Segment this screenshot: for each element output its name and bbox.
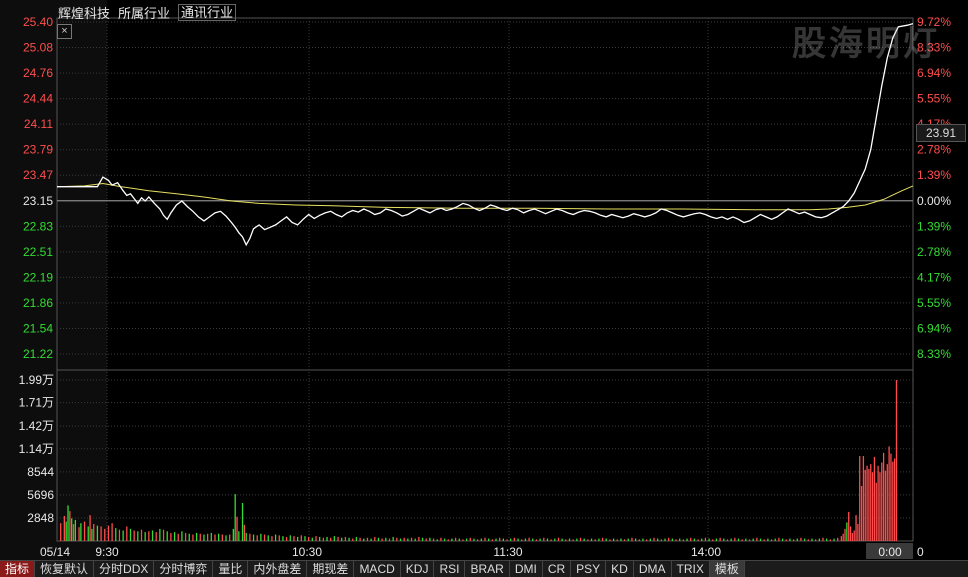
date-label: 05/14	[40, 545, 70, 559]
indicator-tab[interactable]: KDJ	[401, 561, 435, 577]
pct-tick-label: 6.94%	[917, 66, 951, 80]
pct-tick-label: 1.39%	[917, 168, 951, 182]
price-tick-label: 25.40	[23, 15, 53, 29]
volume-axis-right-label: 0	[917, 545, 924, 559]
indicator-tab[interactable]: 恢复默认	[35, 561, 95, 577]
price-tick-label: 21.86	[23, 296, 53, 310]
price-tick-label: 25.08	[23, 41, 53, 55]
indicator-tab[interactable]: DMA	[634, 561, 672, 577]
stock-info-bar: 辉煌科技 所属行业 通讯行业	[58, 3, 237, 22]
volume-tick-label: 1.99万	[19, 373, 54, 387]
indicator-tab[interactable]: 分时DDX	[94, 561, 155, 577]
pct-tick-label: 5.55%	[917, 92, 951, 106]
industry-label: 所属行业	[118, 5, 171, 21]
time-tick-label: 10:30	[292, 545, 322, 559]
close-icon[interactable]: ×	[57, 24, 72, 39]
pct-tick-label: 4.17%	[917, 270, 951, 284]
watermark-logo: 股海明灯	[792, 24, 940, 64]
pct-tick-label: 0.00%	[917, 194, 951, 208]
pct-tick-label: 1.39%	[917, 219, 951, 233]
price-tick-label: 21.22	[23, 347, 53, 361]
indicator-tab-bar: 指标 恢复默认 分时DDX 分时博弈 量比 内外盘差 期现差 MACD KDJ RSI BRAR DM…	[0, 560, 968, 577]
volume-tick-label: 1.71万	[19, 396, 54, 410]
volume-tick-label: 5696	[27, 488, 54, 502]
volume-tick-label: 2848	[27, 511, 54, 525]
pct-tick-label: 2.78%	[917, 143, 951, 157]
time-tick-label: 11:30	[493, 545, 522, 559]
indicator-tab[interactable]: KD	[606, 561, 634, 577]
price-tick-label: 23.47	[23, 168, 53, 182]
price-tick-label: 21.54	[23, 321, 53, 335]
pct-tick-label: 5.55%	[917, 296, 951, 310]
indicator-tab[interactable]: 内外盘差	[248, 561, 308, 577]
volume-tick-label: 8544	[27, 465, 54, 479]
volume-tick-label: 1.42万	[19, 419, 54, 433]
indicator-tab[interactable]: DMI	[510, 561, 543, 577]
price-tick-label: 24.76	[23, 66, 53, 80]
indicator-tab[interactable]: CR	[543, 561, 572, 577]
time-tick-label: 9:30	[95, 545, 119, 559]
indicator-tab[interactable]: RSI	[434, 561, 466, 577]
indicator-tab[interactable]: MACD	[354, 561, 401, 577]
intraday-chart[interactable]: 25.40 9.72%25.08 8.33%24.76 6.94%24.44 5.55%…	[0, 0, 968, 576]
price-tick-label: 22.51	[23, 245, 53, 259]
indicator-tab[interactable]: 期现差	[307, 561, 355, 577]
current-price-tag: 23.91	[916, 124, 966, 142]
price-tick-label: 24.11	[24, 117, 53, 131]
indicator-tab[interactable]: TRIX	[672, 561, 710, 577]
indicator-tab[interactable]: 分时博弈	[154, 561, 214, 577]
volume-tick-label: 1.14万	[19, 442, 54, 456]
indicator-tab[interactable]: BRAR	[465, 561, 510, 577]
price-tick-label: 23.79	[23, 143, 53, 157]
price-tick-label: 22.83	[23, 219, 53, 233]
timeshare-chart-window[interactable]: 25.40 9.72% 25.08 8.33% 24.76 6.94% 24.44 5.55%…	[0, 0, 968, 577]
pct-tick-label: 2.78%	[917, 245, 951, 259]
time-tick-label: 0:00	[878, 545, 902, 559]
indicator-tab[interactable]: PSY	[571, 561, 607, 577]
price-tick-label: 23.15	[23, 194, 53, 208]
price-tick-label: 24.44	[23, 92, 53, 106]
indicator-tab[interactable]: 指标	[0, 561, 36, 577]
pct-tick-label: 6.94%	[917, 321, 951, 335]
time-tick-label: 14:00	[691, 545, 721, 559]
indicator-tab[interactable]: 量比	[213, 561, 249, 577]
industry-tag[interactable]: 通讯行业	[178, 3, 237, 21]
indicator-tab[interactable]: 模板	[709, 561, 745, 577]
pct-tick-label: 8.33%	[917, 347, 951, 361]
price-tick-label: 22.19	[23, 270, 53, 284]
stock-name[interactable]: 辉煌科技	[58, 3, 110, 22]
